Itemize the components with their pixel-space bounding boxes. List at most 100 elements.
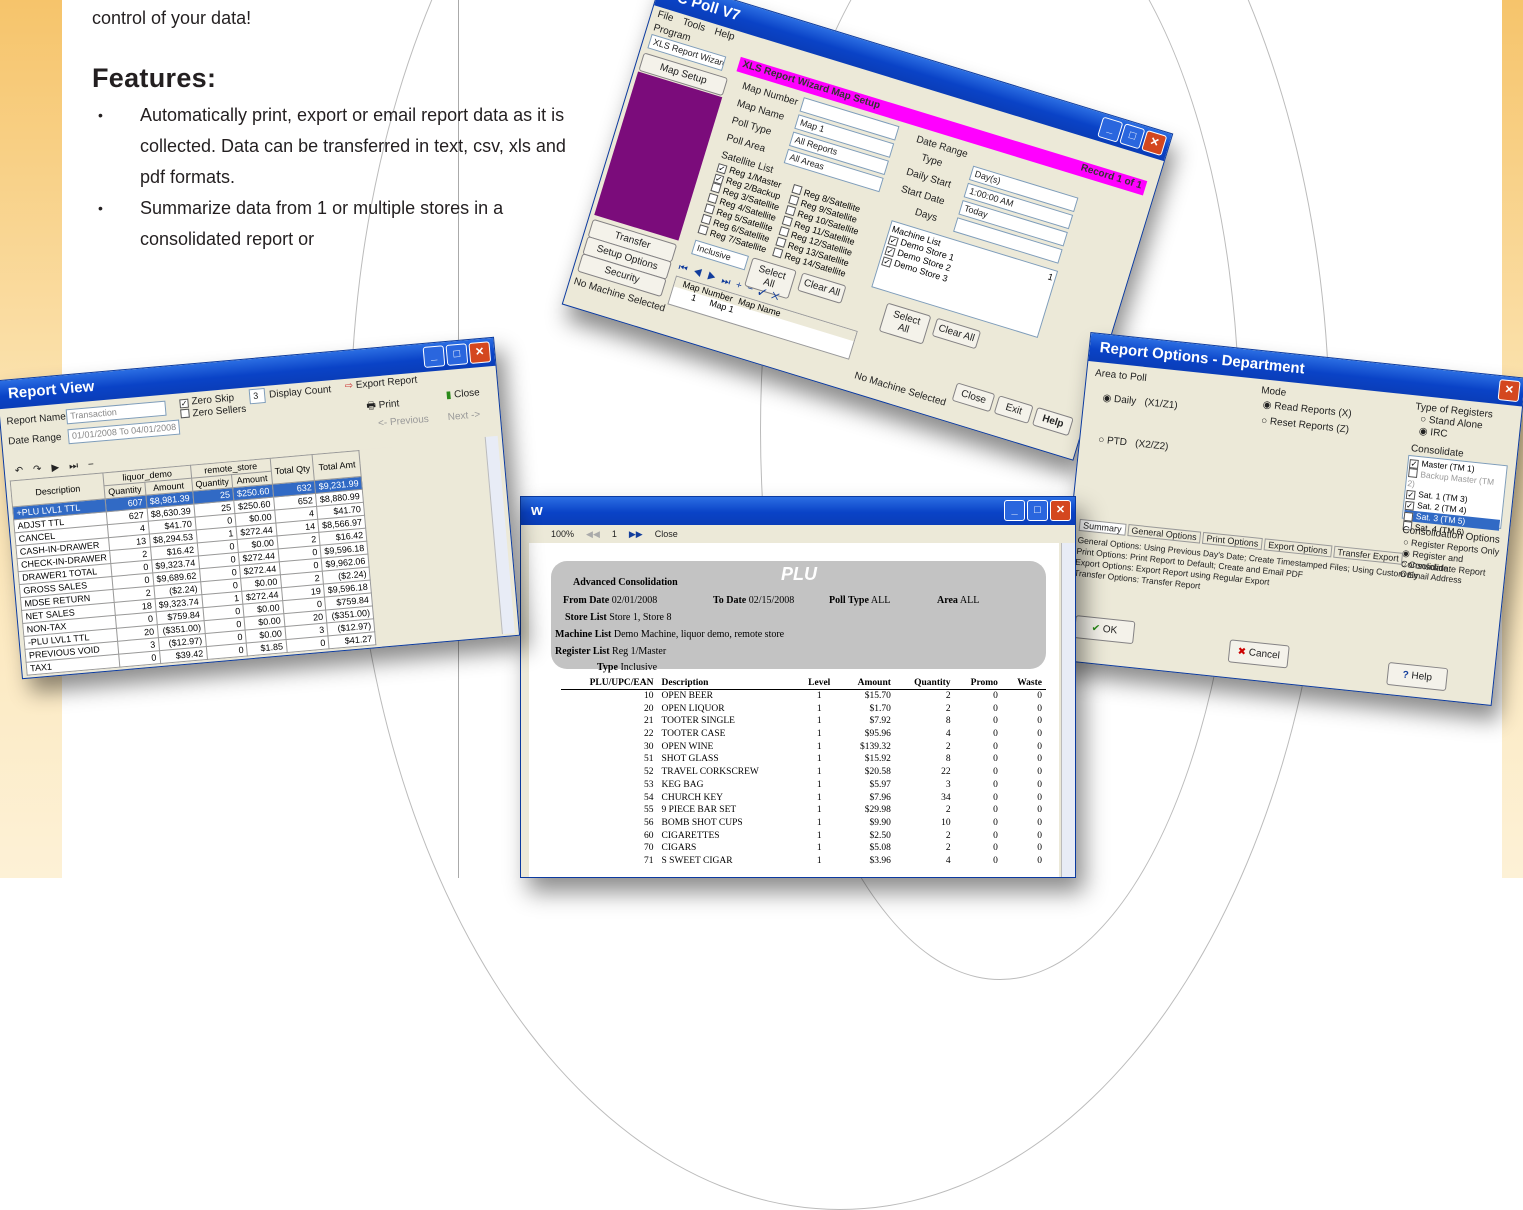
- row-cell: 0: [993, 767, 998, 778]
- radio-irc[interactable]: ◉ IRC: [1418, 426, 1448, 440]
- maximize-icon[interactable]: □: [445, 343, 469, 366]
- radio-reset-reports[interactable]: ○ Reset Reports (Z): [1261, 415, 1350, 435]
- row-cell: 0: [1037, 805, 1042, 816]
- row-cell: 1: [816, 830, 822, 841]
- row-cell: 1: [816, 741, 822, 752]
- row-cell: 0: [288, 661, 332, 676]
- row-cell: 2: [945, 805, 951, 816]
- table-row: 22 TOOTER CASE 1 $95.96 4 0 0: [561, 728, 1046, 741]
- from-date: 02/01/2008: [611, 595, 658, 606]
- row-cell: 2: [945, 830, 951, 841]
- print-button[interactable]: 🖶 Print: [366, 396, 400, 416]
- report-view-window: Report View _ □ ✕ Report Name Transaction …: [0, 336, 521, 680]
- radio-daily[interactable]: ◉ Daily (X1/Z1): [1102, 393, 1178, 412]
- tab-print-options[interactable]: Print Options: [1201, 531, 1263, 551]
- previous-button[interactable]: <- Previous: [378, 414, 430, 429]
- plu-title: w: [531, 502, 543, 519]
- row-cell: 0: [287, 648, 331, 666]
- table-row: 10 OPEN BEER 1 $15.70 2 0 0: [561, 690, 1046, 703]
- table-row: 20 OPEN LIQUOR 1 $1.70 2 0 0: [561, 702, 1046, 715]
- row-cell: OPEN BEER: [661, 691, 713, 702]
- row-cell: TOOTER SINGLE: [661, 716, 735, 727]
- row-cell: 30: [644, 741, 654, 752]
- close-icon[interactable]: ✕: [1141, 129, 1168, 157]
- machine-count: 1: [1046, 271, 1055, 283]
- row-cell: 0: [1037, 741, 1042, 752]
- row-cell: 10: [644, 691, 654, 702]
- feature-item: Automatically print, export or email rep…: [92, 100, 572, 193]
- row-cell: 70: [644, 843, 654, 854]
- row-cell: 34: [941, 792, 951, 803]
- row-cell: $1.70: [869, 703, 891, 714]
- page-number[interactable]: 1: [612, 529, 617, 539]
- intro-text: control of your data!: [92, 8, 252, 28]
- maximize-icon[interactable]: □: [1027, 500, 1048, 521]
- row-cell: 4: [945, 729, 951, 740]
- select-all-machine-button[interactable]: Select All: [878, 302, 932, 345]
- preview-toolbar: 100% ◀◀ 1 ▶▶ Close: [521, 525, 1075, 543]
- close-button[interactable]: ▮ Close: [445, 387, 480, 401]
- table-row: 53 KEG BAG 1 $5.97 3 0 0: [561, 779, 1046, 792]
- minimize-icon[interactable]: _: [422, 345, 446, 368]
- menu-file[interactable]: File: [656, 9, 675, 24]
- exit-button[interactable]: Exit: [993, 395, 1034, 424]
- row-cell: S SWEET CIGAR: [661, 855, 733, 866]
- row-cell: 22: [644, 729, 654, 740]
- row-cell: $15.70: [864, 691, 891, 702]
- close-icon[interactable]: ✕: [468, 341, 492, 364]
- row-cell: 1: [816, 754, 822, 765]
- table-row[interactable]: TAX2 SALES0$7,264.410$222.130$7,486.54: [29, 670, 380, 676]
- row-cell: 2: [945, 691, 951, 702]
- clear-all-machine-button[interactable]: Clear All: [931, 317, 982, 350]
- next-button[interactable]: Next ->: [447, 409, 480, 423]
- date-range-field[interactable]: 01/01/2008 To 04/01/2008: [67, 419, 181, 445]
- vertical-scrollbar[interactable]: [1061, 543, 1075, 877]
- row-cell: 55: [644, 805, 654, 816]
- zoom-level[interactable]: 100%: [551, 529, 574, 539]
- row-cell: SHOT GLASS: [661, 754, 719, 765]
- row-cell: 0: [1037, 729, 1042, 740]
- close-icon[interactable]: ✕: [1497, 379, 1521, 403]
- row-cell: 52: [644, 767, 654, 778]
- row-cell: 0: [1037, 767, 1042, 778]
- area-label: Area: [937, 595, 958, 606]
- row-cell: 0: [993, 716, 998, 727]
- row-cell: 1: [816, 729, 822, 740]
- minimize-icon[interactable]: _: [1004, 500, 1025, 521]
- area: ALL: [959, 595, 980, 606]
- table-row: 70 CIGARS 1 $5.08 2 0 0: [561, 842, 1046, 855]
- row-cell: $28.47: [247, 652, 289, 669]
- from-date-label: From Date: [563, 595, 610, 606]
- help-button[interactable]: ? Help: [1386, 661, 1449, 692]
- store-list-label: Store List: [565, 612, 607, 623]
- consolidate-list: ✓ Master (TM 1) Backup Master (TM 2) ✓ Sat…: [1401, 454, 1508, 537]
- row-cell: KEG BAG: [661, 779, 704, 790]
- cancel-button[interactable]: ✖ Cancel: [1227, 639, 1290, 669]
- ok-button[interactable]: ✔ OK: [1073, 615, 1136, 645]
- row-cell: 0: [1037, 691, 1042, 702]
- feature-item: Summarize data from 1 or multiple stores…: [92, 193, 572, 255]
- mode-label: Mode: [1260, 385, 1287, 399]
- export-icon: ⇨: [344, 380, 354, 392]
- preview-close-button[interactable]: Close: [655, 529, 678, 539]
- next-page-icon[interactable]: ▶▶: [629, 529, 643, 540]
- first-page-icon[interactable]: ◀◀: [586, 529, 600, 540]
- display-count-field[interactable]: 3: [248, 387, 266, 405]
- report-view-titlebar: Report View _ □ ✕: [0, 337, 496, 410]
- close-button[interactable]: Close: [951, 382, 996, 413]
- register-list-label: Register List: [555, 646, 610, 657]
- date-range-label: Date Range: [7, 431, 62, 448]
- help-button[interactable]: Help: [1031, 406, 1074, 437]
- report-name-field[interactable]: Transaction: [65, 400, 167, 425]
- table-row: 52 TRAVEL CORKSCREW 1 $20.58 22 0 0: [561, 766, 1046, 779]
- row-cell: 56: [644, 817, 654, 828]
- row-cell: 0: [993, 805, 998, 816]
- table-row: 71 S SWEET CIGAR 1 $3.96 4 0 0: [561, 855, 1046, 868]
- close-icon[interactable]: ✕: [1050, 500, 1071, 521]
- tab-summary[interactable]: Summary: [1078, 518, 1127, 536]
- row-cell: 0: [993, 741, 998, 752]
- row-cell: 0: [208, 668, 250, 676]
- radio-ptd[interactable]: ○ PTD (X2/Z2): [1098, 434, 1169, 452]
- type-value: Inclusive: [620, 662, 658, 673]
- row-cell: 0: [1037, 830, 1042, 841]
